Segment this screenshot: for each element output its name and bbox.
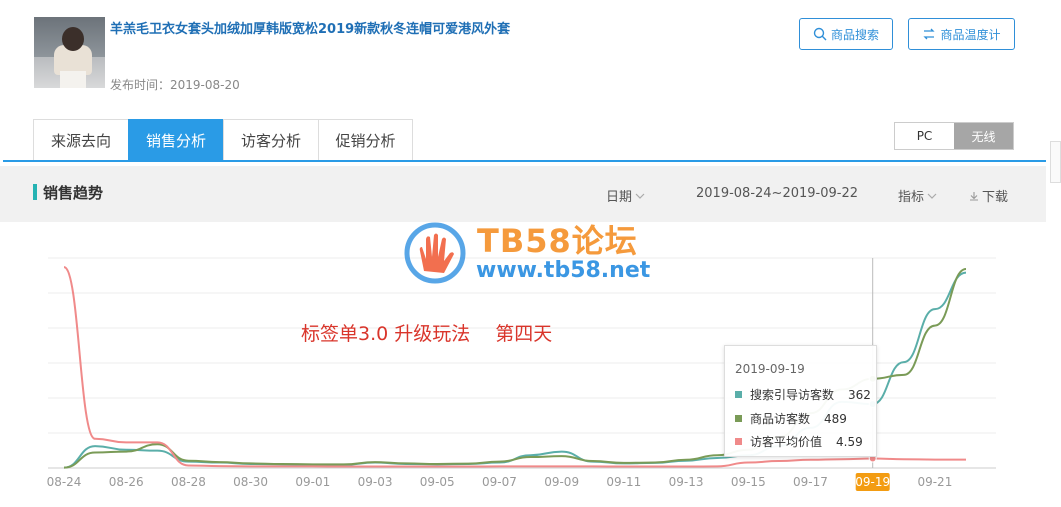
tab-promotion[interactable]: 促销分析: [318, 119, 413, 161]
tooltip-label: 访客平均价值: [750, 435, 823, 449]
product-title[interactable]: 羊羔毛卫衣女套头加绒加厚韩版宽松2019新款秋冬连帽可爱港风外套: [110, 18, 510, 37]
legend-swatch: [735, 438, 742, 445]
date-label: 日期: [606, 190, 633, 205]
x-tick-label: 09-15: [731, 475, 766, 489]
device-toggle: PC 无线: [894, 122, 1014, 150]
product-thermometer-button[interactable]: 商品温度计: [908, 18, 1015, 50]
product-thermometer-label: 商品温度计: [940, 27, 1001, 42]
date-dropdown[interactable]: 日期: [606, 186, 645, 205]
product-search-button[interactable]: 商品搜索: [799, 18, 893, 50]
product-search-label: 商品搜索: [830, 27, 879, 42]
x-tick-label: 09-11: [606, 475, 641, 489]
x-tick-label: 09-09: [544, 475, 579, 489]
legend-swatch: [735, 391, 742, 398]
download-label: 下载: [982, 190, 1009, 205]
x-tick-label: 08-30: [233, 475, 268, 489]
x-tick-label: 09-21: [917, 475, 952, 489]
tooltip-label: 搜索引导访客数: [750, 388, 835, 402]
hand-logo-icon: [404, 222, 466, 284]
download-icon: [970, 191, 978, 201]
tab-visitors[interactable]: 访客分析: [223, 119, 318, 161]
chevron-down-icon: [635, 193, 645, 199]
metric-dropdown[interactable]: 指标: [898, 186, 937, 205]
x-tick-label: 09-01: [295, 475, 330, 489]
analysis-tabs: 来源去向 销售分析 访客分析 促销分析: [33, 119, 413, 161]
tab-sales[interactable]: 销售分析: [128, 119, 223, 161]
publish-date: 发布时间：2019-08-20: [110, 78, 240, 92]
chevron-down-icon: [927, 193, 937, 199]
tooltip-row: 搜索引导访客数 362: [735, 386, 871, 403]
tooltip-row: 访客平均价值 4.59: [735, 433, 863, 450]
tooltip-value: 4.59: [836, 434, 863, 449]
product-thumbnail[interactable]: [34, 17, 105, 88]
tooltip-value: 489: [824, 411, 847, 426]
trend-title: 销售趋势: [43, 184, 104, 202]
watermark-title: TB58论坛: [477, 222, 638, 260]
watermark-url: www.tb58.net: [476, 258, 651, 283]
tab-source[interactable]: 来源去向: [33, 119, 128, 161]
device-pc-button[interactable]: PC: [895, 123, 954, 149]
swap-arrows-icon: [923, 28, 936, 40]
metric-label: 指标: [898, 190, 925, 205]
tab-underline: [3, 160, 1046, 162]
x-tick-label: 09-13: [669, 475, 704, 489]
tooltip-value: 362: [848, 387, 871, 402]
x-tick-label: 09-07: [482, 475, 517, 489]
trend-header: [0, 166, 1046, 222]
annotation-text: 标签单3.0 升级玩法 第四天: [301, 323, 553, 345]
thumbnail-legs: [60, 71, 86, 88]
tooltip-row: 商品访客数 489: [735, 410, 847, 427]
trend-accent-bar: [33, 184, 37, 200]
date-range[interactable]: 2019-08-24~2019-09-22: [696, 186, 858, 201]
x-tick-label: 09-19: [855, 475, 890, 489]
x-tick-label: 08-24: [47, 475, 82, 489]
x-tick-label: 09-03: [358, 475, 393, 489]
side-panel-handle[interactable]: [1050, 141, 1061, 183]
chart-tooltip: 2019-09-19 搜索引导访客数 362 商品访客数 489 访客平均价值 …: [724, 345, 877, 457]
legend-swatch: [735, 415, 742, 422]
x-tick-label: 09-05: [420, 475, 455, 489]
x-tick-label: 09-17: [793, 475, 828, 489]
tooltip-label: 商品访客数: [750, 412, 811, 426]
download-button[interactable]: 下载: [969, 186, 1008, 205]
x-tick-label: 08-26: [109, 475, 144, 489]
thumbnail-head: [62, 27, 84, 51]
tooltip-date: 2019-09-19: [735, 362, 805, 376]
x-tick-label: 08-28: [171, 475, 206, 489]
search-icon: [813, 27, 827, 41]
device-wireless-button[interactable]: 无线: [954, 123, 1013, 149]
